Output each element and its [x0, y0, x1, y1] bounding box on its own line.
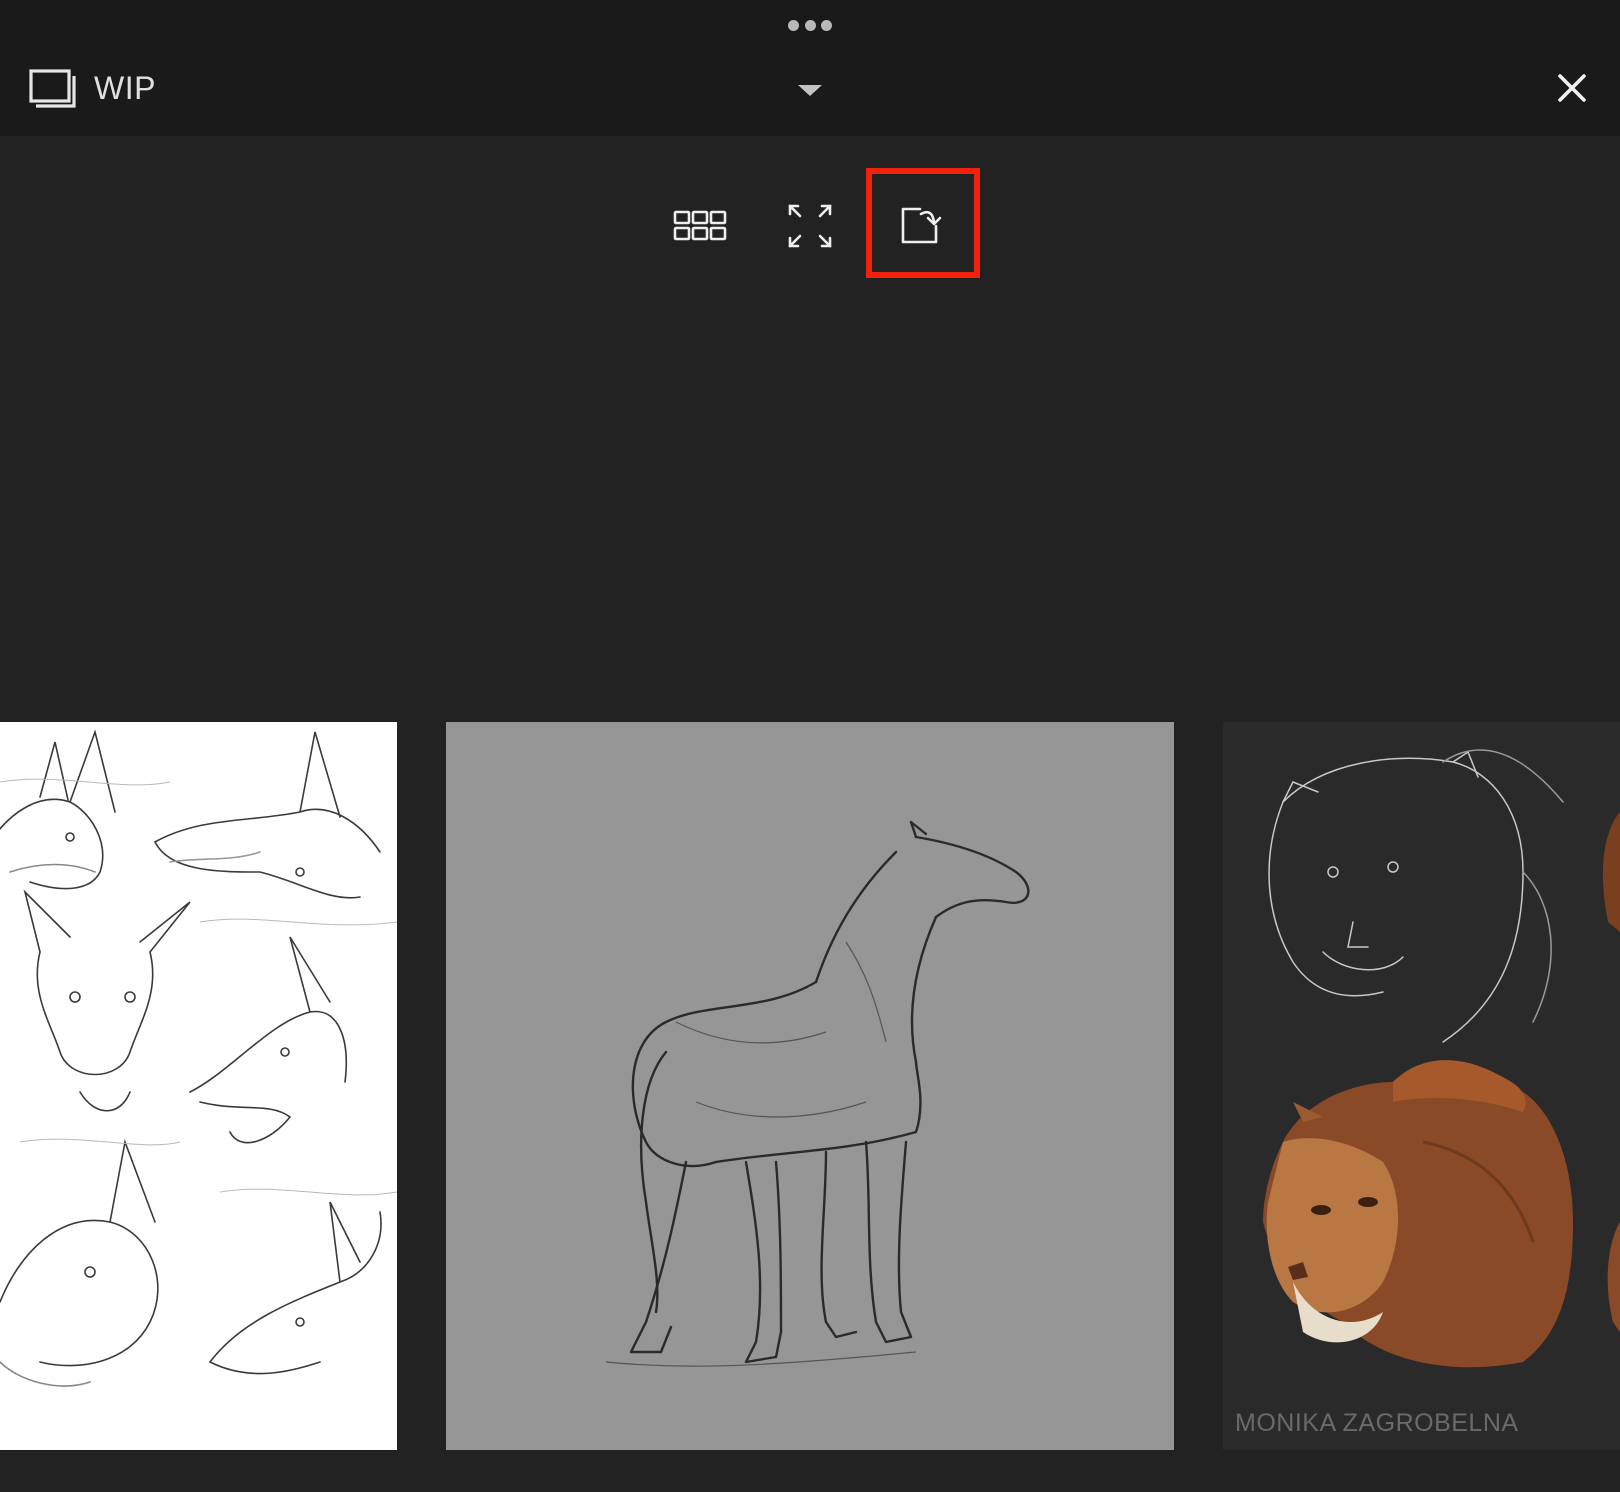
grid-icon [673, 210, 727, 241]
fullscreen-button[interactable] [778, 194, 842, 258]
grid-view-button[interactable] [668, 194, 732, 258]
artist-watermark: MONIKA ZAGROBELNA [1235, 1409, 1519, 1437]
album-stack-icon [28, 68, 78, 112]
album-title[interactable]: WIP [94, 68, 156, 108]
export-icon [901, 207, 942, 244]
thumbnail-dog-sketches[interactable] [0, 722, 397, 1450]
thumbnail-horse-sketch[interactable] [446, 722, 1174, 1450]
title-bar: WIP [0, 0, 1620, 136]
close-icon [1558, 74, 1586, 102]
close-button[interactable] [1554, 70, 1590, 106]
expand-icon [788, 204, 832, 248]
chevron-down-icon[interactable] [796, 82, 824, 98]
drag-handle-icon[interactable] [788, 18, 832, 32]
export-button[interactable] [888, 194, 952, 258]
thumbnail-lion-studies[interactable]: MONIKA ZAGROBELNA [1223, 722, 1620, 1450]
